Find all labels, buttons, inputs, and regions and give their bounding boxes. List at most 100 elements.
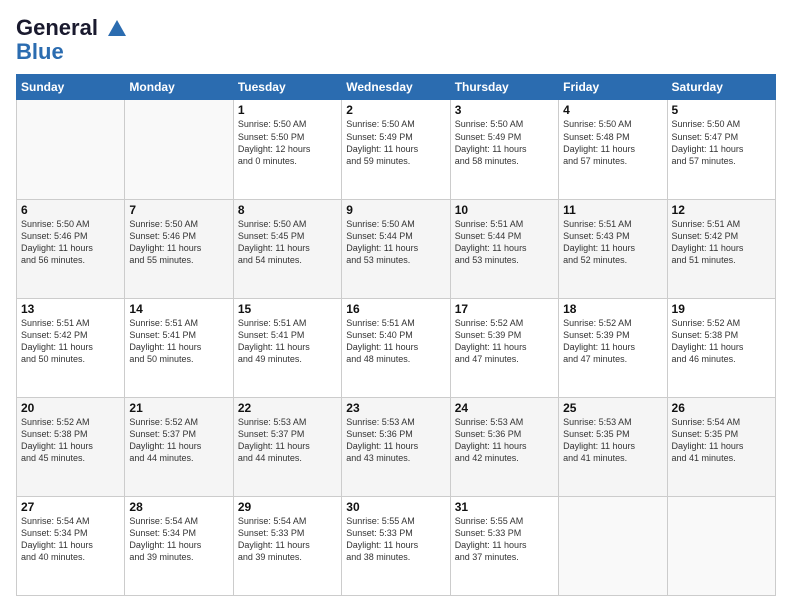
logo-icon [106, 18, 128, 40]
day-cell: 19Sunrise: 5:52 AM Sunset: 5:38 PM Dayli… [667, 298, 775, 397]
day-info: Sunrise: 5:52 AM Sunset: 5:37 PM Dayligh… [129, 416, 228, 465]
day-number: 8 [238, 203, 337, 217]
day-cell [667, 496, 775, 595]
day-number: 23 [346, 401, 445, 415]
day-cell: 22Sunrise: 5:53 AM Sunset: 5:37 PM Dayli… [233, 397, 341, 496]
page: General Blue SundayMondayTuesdayWednesda… [0, 0, 792, 612]
day-info: Sunrise: 5:54 AM Sunset: 5:35 PM Dayligh… [672, 416, 771, 465]
day-cell: 2Sunrise: 5:50 AM Sunset: 5:49 PM Daylig… [342, 100, 450, 199]
day-cell: 23Sunrise: 5:53 AM Sunset: 5:36 PM Dayli… [342, 397, 450, 496]
day-number: 4 [563, 103, 662, 117]
day-info: Sunrise: 5:50 AM Sunset: 5:46 PM Dayligh… [129, 218, 228, 267]
day-cell [125, 100, 233, 199]
day-info: Sunrise: 5:51 AM Sunset: 5:44 PM Dayligh… [455, 218, 554, 267]
day-cell: 9Sunrise: 5:50 AM Sunset: 5:44 PM Daylig… [342, 199, 450, 298]
day-cell: 12Sunrise: 5:51 AM Sunset: 5:42 PM Dayli… [667, 199, 775, 298]
day-number: 16 [346, 302, 445, 316]
calendar-table: SundayMondayTuesdayWednesdayThursdayFrid… [16, 74, 776, 596]
week-row-3: 13Sunrise: 5:51 AM Sunset: 5:42 PM Dayli… [17, 298, 776, 397]
day-number: 20 [21, 401, 120, 415]
day-info: Sunrise: 5:55 AM Sunset: 5:33 PM Dayligh… [455, 515, 554, 564]
week-row-5: 27Sunrise: 5:54 AM Sunset: 5:34 PM Dayli… [17, 496, 776, 595]
day-number: 1 [238, 103, 337, 117]
day-cell: 18Sunrise: 5:52 AM Sunset: 5:39 PM Dayli… [559, 298, 667, 397]
day-number: 24 [455, 401, 554, 415]
day-header-sunday: Sunday [17, 75, 125, 100]
day-info: Sunrise: 5:50 AM Sunset: 5:49 PM Dayligh… [346, 118, 445, 167]
days-header-row: SundayMondayTuesdayWednesdayThursdayFrid… [17, 75, 776, 100]
day-info: Sunrise: 5:52 AM Sunset: 5:38 PM Dayligh… [21, 416, 120, 465]
day-number: 29 [238, 500, 337, 514]
day-cell: 5Sunrise: 5:50 AM Sunset: 5:47 PM Daylig… [667, 100, 775, 199]
day-info: Sunrise: 5:53 AM Sunset: 5:37 PM Dayligh… [238, 416, 337, 465]
day-cell: 25Sunrise: 5:53 AM Sunset: 5:35 PM Dayli… [559, 397, 667, 496]
day-number: 31 [455, 500, 554, 514]
day-cell: 13Sunrise: 5:51 AM Sunset: 5:42 PM Dayli… [17, 298, 125, 397]
day-info: Sunrise: 5:54 AM Sunset: 5:34 PM Dayligh… [129, 515, 228, 564]
day-info: Sunrise: 5:51 AM Sunset: 5:41 PM Dayligh… [238, 317, 337, 366]
day-cell: 20Sunrise: 5:52 AM Sunset: 5:38 PM Dayli… [17, 397, 125, 496]
day-cell: 28Sunrise: 5:54 AM Sunset: 5:34 PM Dayli… [125, 496, 233, 595]
day-number: 26 [672, 401, 771, 415]
day-number: 27 [21, 500, 120, 514]
day-number: 3 [455, 103, 554, 117]
day-info: Sunrise: 5:51 AM Sunset: 5:42 PM Dayligh… [21, 317, 120, 366]
day-cell: 8Sunrise: 5:50 AM Sunset: 5:45 PM Daylig… [233, 199, 341, 298]
day-cell: 10Sunrise: 5:51 AM Sunset: 5:44 PM Dayli… [450, 199, 558, 298]
day-number: 9 [346, 203, 445, 217]
day-cell: 6Sunrise: 5:50 AM Sunset: 5:46 PM Daylig… [17, 199, 125, 298]
week-row-2: 6Sunrise: 5:50 AM Sunset: 5:46 PM Daylig… [17, 199, 776, 298]
day-cell: 15Sunrise: 5:51 AM Sunset: 5:41 PM Dayli… [233, 298, 341, 397]
day-number: 17 [455, 302, 554, 316]
day-cell: 24Sunrise: 5:53 AM Sunset: 5:36 PM Dayli… [450, 397, 558, 496]
day-info: Sunrise: 5:50 AM Sunset: 5:48 PM Dayligh… [563, 118, 662, 167]
day-number: 2 [346, 103, 445, 117]
day-info: Sunrise: 5:50 AM Sunset: 5:47 PM Dayligh… [672, 118, 771, 167]
week-row-1: 1Sunrise: 5:50 AM Sunset: 5:50 PM Daylig… [17, 100, 776, 199]
day-header-wednesday: Wednesday [342, 75, 450, 100]
day-info: Sunrise: 5:51 AM Sunset: 5:42 PM Dayligh… [672, 218, 771, 267]
day-info: Sunrise: 5:51 AM Sunset: 5:40 PM Dayligh… [346, 317, 445, 366]
day-header-thursday: Thursday [450, 75, 558, 100]
day-cell: 16Sunrise: 5:51 AM Sunset: 5:40 PM Dayli… [342, 298, 450, 397]
day-info: Sunrise: 5:53 AM Sunset: 5:35 PM Dayligh… [563, 416, 662, 465]
day-header-friday: Friday [559, 75, 667, 100]
logo-text: General [16, 16, 128, 40]
day-header-tuesday: Tuesday [233, 75, 341, 100]
day-number: 22 [238, 401, 337, 415]
day-number: 13 [21, 302, 120, 316]
day-info: Sunrise: 5:54 AM Sunset: 5:34 PM Dayligh… [21, 515, 120, 564]
day-info: Sunrise: 5:50 AM Sunset: 5:45 PM Dayligh… [238, 218, 337, 267]
day-cell: 11Sunrise: 5:51 AM Sunset: 5:43 PM Dayli… [559, 199, 667, 298]
day-cell: 31Sunrise: 5:55 AM Sunset: 5:33 PM Dayli… [450, 496, 558, 595]
day-info: Sunrise: 5:50 AM Sunset: 5:50 PM Dayligh… [238, 118, 337, 167]
day-header-monday: Monday [125, 75, 233, 100]
day-info: Sunrise: 5:52 AM Sunset: 5:38 PM Dayligh… [672, 317, 771, 366]
day-info: Sunrise: 5:51 AM Sunset: 5:41 PM Dayligh… [129, 317, 228, 366]
day-number: 30 [346, 500, 445, 514]
day-cell: 17Sunrise: 5:52 AM Sunset: 5:39 PM Dayli… [450, 298, 558, 397]
day-info: Sunrise: 5:52 AM Sunset: 5:39 PM Dayligh… [563, 317, 662, 366]
logo-blue: Blue [16, 40, 128, 64]
day-info: Sunrise: 5:54 AM Sunset: 5:33 PM Dayligh… [238, 515, 337, 564]
day-cell: 1Sunrise: 5:50 AM Sunset: 5:50 PM Daylig… [233, 100, 341, 199]
day-cell: 4Sunrise: 5:50 AM Sunset: 5:48 PM Daylig… [559, 100, 667, 199]
day-number: 19 [672, 302, 771, 316]
day-cell [17, 100, 125, 199]
day-number: 5 [672, 103, 771, 117]
day-info: Sunrise: 5:50 AM Sunset: 5:49 PM Dayligh… [455, 118, 554, 167]
day-cell [559, 496, 667, 595]
day-cell: 30Sunrise: 5:55 AM Sunset: 5:33 PM Dayli… [342, 496, 450, 595]
logo: General Blue [16, 16, 128, 64]
day-number: 28 [129, 500, 228, 514]
day-cell: 14Sunrise: 5:51 AM Sunset: 5:41 PM Dayli… [125, 298, 233, 397]
day-cell: 7Sunrise: 5:50 AM Sunset: 5:46 PM Daylig… [125, 199, 233, 298]
day-cell: 21Sunrise: 5:52 AM Sunset: 5:37 PM Dayli… [125, 397, 233, 496]
day-info: Sunrise: 5:55 AM Sunset: 5:33 PM Dayligh… [346, 515, 445, 564]
day-number: 10 [455, 203, 554, 217]
day-number: 14 [129, 302, 228, 316]
day-number: 7 [129, 203, 228, 217]
week-row-4: 20Sunrise: 5:52 AM Sunset: 5:38 PM Dayli… [17, 397, 776, 496]
day-cell: 3Sunrise: 5:50 AM Sunset: 5:49 PM Daylig… [450, 100, 558, 199]
day-info: Sunrise: 5:52 AM Sunset: 5:39 PM Dayligh… [455, 317, 554, 366]
